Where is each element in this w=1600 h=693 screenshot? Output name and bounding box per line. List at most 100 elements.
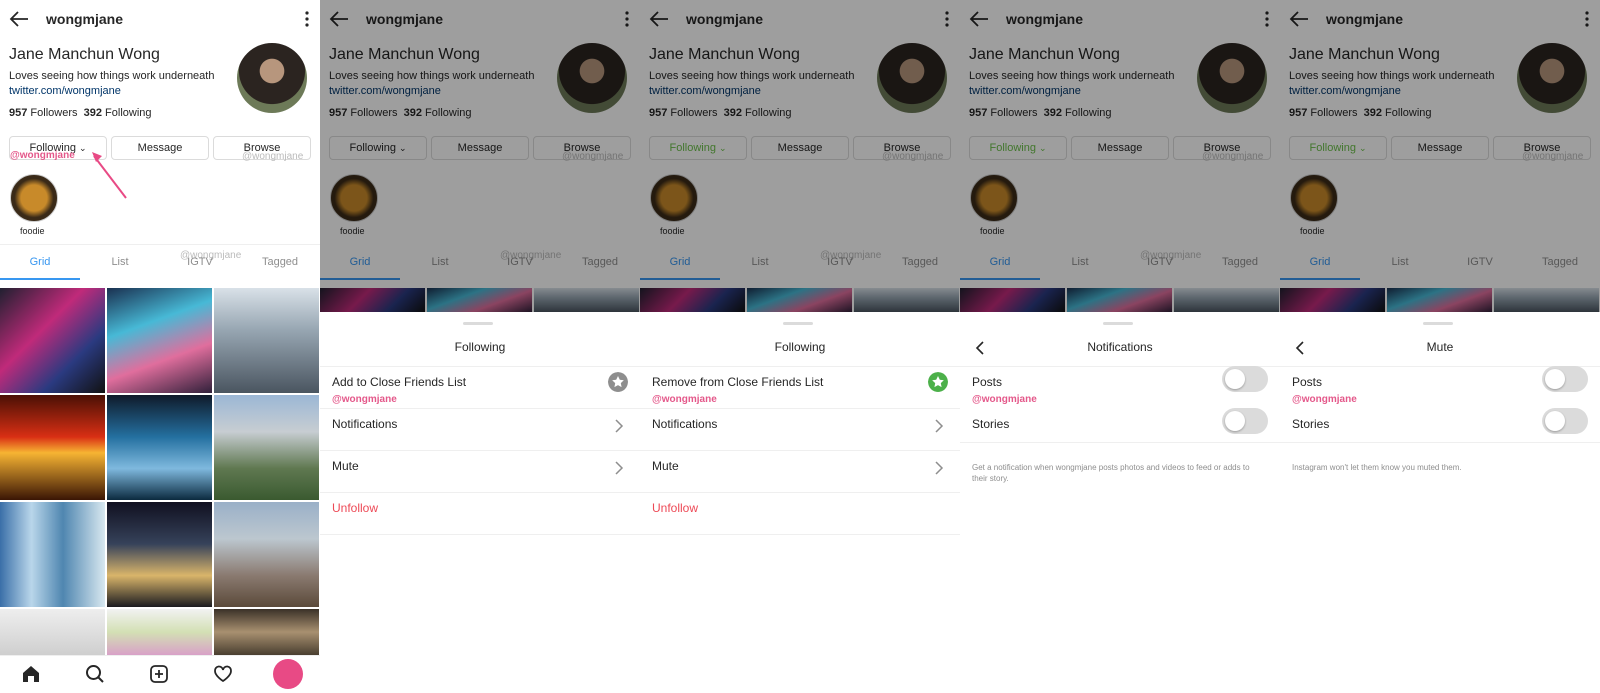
notifications-row[interactable]: Notifications (332, 416, 628, 458)
grid-photo[interactable] (214, 395, 319, 500)
grid-photo[interactable] (214, 609, 319, 655)
dim-overlay[interactable] (320, 0, 640, 312)
mute-row[interactable]: Mute (332, 458, 628, 500)
notifications-label: Notifications (332, 417, 398, 431)
grid-photo[interactable] (0, 502, 105, 607)
star-icon[interactable] (608, 372, 628, 392)
mute-posts-label: Posts (1292, 375, 1323, 389)
grid-photo[interactable] (107, 395, 212, 500)
stories-toggle[interactable] (1222, 408, 1268, 434)
mute-stories-toggle[interactable] (1542, 408, 1588, 434)
story-highlight[interactable] (10, 174, 58, 222)
stories-row: Stories (972, 408, 1268, 458)
grid-photo[interactable] (107, 502, 212, 607)
chevron-right-icon (615, 461, 624, 475)
mute-note: Instagram won't let them know you muted … (1292, 463, 1462, 472)
divider (0, 244, 320, 245)
heart-icon[interactable] (213, 664, 233, 684)
grid-photo[interactable] (107, 609, 212, 655)
sheet-grabber[interactable] (1423, 322, 1453, 325)
tab-tagged[interactable]: Tagged (240, 256, 320, 268)
watermark: @wongmjane (972, 394, 1037, 405)
remove-close-friends-label: Remove from Close Friends List (652, 375, 824, 389)
sheet-grabber[interactable] (463, 322, 493, 325)
sheet-grabber[interactable] (1103, 322, 1133, 325)
dim-overlay[interactable] (960, 0, 1280, 312)
tab-igtv[interactable]: IGTV (160, 256, 240, 268)
unfollow-row[interactable]: Unfollow (332, 500, 628, 542)
profile-header: wongmjane (0, 0, 320, 38)
following-sheet: Following Remove from Close Friends List… (640, 312, 960, 693)
stories-label: Stories (972, 417, 1010, 431)
divider (960, 442, 1280, 443)
notifications-sheet-panel: wongmjane Jane Manchun Wong Loves seeing… (960, 0, 1280, 693)
divider (640, 408, 960, 409)
divider (640, 492, 960, 493)
watermark: @wongmjane (332, 394, 397, 405)
star-icon[interactable] (928, 372, 948, 392)
unfollow-row[interactable]: Unfollow (652, 500, 948, 542)
notifications-row[interactable]: Notifications (652, 416, 948, 458)
more-vertical-icon[interactable] (304, 10, 310, 28)
divider (320, 366, 640, 367)
grid-photo[interactable] (0, 609, 105, 655)
profile-tab-avatar[interactable] (273, 659, 303, 689)
dim-overlay[interactable] (640, 0, 960, 312)
following-count[interactable]: 392 (84, 107, 102, 119)
grid-photo[interactable] (214, 288, 319, 393)
profile-bio: Loves seeing how things work underneath (9, 70, 215, 82)
profile-stats: 957 Followers 392 Following (9, 107, 152, 119)
grid-photo[interactable] (0, 288, 105, 393)
chevron-right-icon (935, 419, 944, 433)
highlight-label: foodie (20, 226, 45, 236)
mute-posts-toggle[interactable] (1542, 366, 1588, 392)
profile-full-name: Jane Manchun Wong (9, 46, 160, 63)
divider (640, 450, 960, 451)
mute-stories-row: Stories (1292, 408, 1588, 458)
following-sheet-panel: wongmjane Jane Manchun Wong Loves seeing… (320, 0, 640, 693)
followers-label[interactable]: Followers (30, 107, 77, 119)
watermark: @wongmjane (242, 151, 304, 162)
sheet-title: Following (454, 340, 506, 354)
chevron-down-icon: ⌄ (78, 143, 87, 153)
home-icon[interactable] (21, 664, 41, 684)
divider (320, 408, 640, 409)
mute-label: Mute (652, 459, 679, 473)
tab-grid[interactable]: Grid (0, 256, 80, 268)
posts-toggle[interactable] (1222, 366, 1268, 392)
divider (320, 450, 640, 451)
sheet-title: Mute (1426, 340, 1454, 354)
add-post-icon[interactable] (149, 664, 169, 684)
grid-photo[interactable] (107, 288, 212, 393)
profile-panel: wongmjane Jane Manchun Wong Loves seeing… (0, 0, 320, 693)
watermark: @wongmjane (652, 394, 717, 405)
unfollow-label: Unfollow (332, 501, 379, 515)
divider (320, 534, 640, 535)
profile-link[interactable]: twitter.com/wongmjane (9, 85, 121, 97)
mute-row[interactable]: Mute (652, 458, 948, 500)
active-tab-underline (0, 278, 80, 280)
notifications-label: Notifications (652, 417, 718, 431)
mute-sheet-panel: wongmjane Jane Manchun Wong Loves seeing… (1280, 0, 1600, 693)
profile-username: wongmjane (46, 11, 124, 27)
tab-list[interactable]: List (80, 256, 160, 268)
search-icon[interactable] (85, 664, 105, 684)
watermark: @wongmjane (10, 150, 75, 161)
sheet-grabber[interactable] (783, 322, 813, 325)
mute-stories-label: Stories (1292, 417, 1330, 431)
bottom-navigation (0, 655, 320, 693)
following-label[interactable]: Following (105, 107, 151, 119)
following-sheet: Following Add to Close Friends List @won… (320, 312, 640, 693)
divider (320, 492, 640, 493)
watermark: @wongmjane (1292, 394, 1357, 405)
notifications-note: Get a notification when wongmjane posts … (972, 463, 1250, 483)
grid-photo[interactable] (214, 502, 319, 607)
mute-sheet: Mute Posts @wongmjane Stories Instagram … (1280, 312, 1600, 693)
add-close-friends-label: Add to Close Friends List (332, 375, 467, 389)
grid-photo[interactable] (0, 395, 105, 500)
followers-count[interactable]: 957 (9, 107, 27, 119)
avatar[interactable] (237, 43, 307, 113)
back-arrow-icon[interactable] (8, 8, 30, 30)
dim-overlay[interactable] (1280, 0, 1600, 312)
unfollow-label: Unfollow (652, 501, 699, 515)
